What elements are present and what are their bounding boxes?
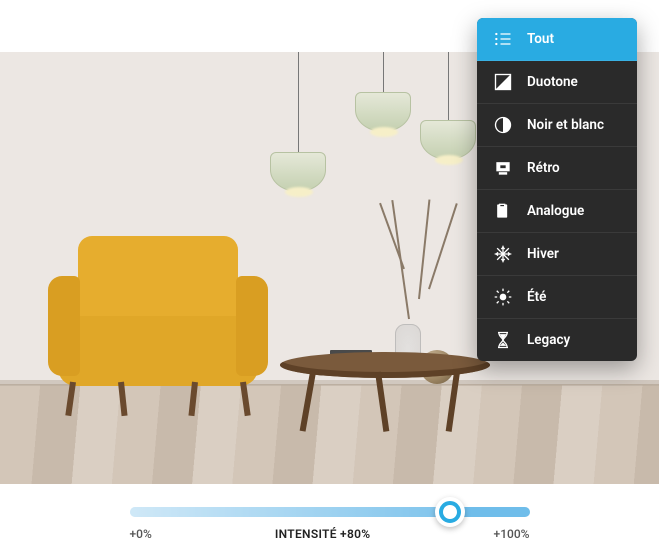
hourglass-icon	[493, 330, 513, 350]
menu-item-label: Rétro	[527, 160, 560, 176]
slider-max-label: +100%	[494, 527, 530, 541]
menu-item-label: Été	[527, 289, 546, 305]
menu-item-label: Hiver	[527, 246, 559, 262]
pendant-lamp	[270, 52, 326, 192]
analogue-icon	[493, 201, 513, 221]
pendant-lamp	[355, 52, 411, 132]
coffee-table	[280, 322, 490, 432]
menu-item-retro[interactable]: Rétro	[477, 147, 637, 190]
slider-thumb[interactable]	[435, 497, 465, 527]
slider-min-label: +0%	[130, 527, 152, 541]
menu-item-label: Noir et blanc	[527, 117, 604, 133]
pendant-lamp	[420, 52, 476, 160]
menu-item-label: Analogue	[527, 203, 584, 219]
menu-item-bw[interactable]: Noir et blanc	[477, 104, 637, 147]
list-icon	[493, 29, 513, 49]
menu-item-winter[interactable]: Hiver	[477, 233, 637, 276]
filter-category-menu[interactable]: Tout Duotone Noir et blanc Rétro Analogu…	[477, 18, 637, 361]
menu-item-duotone[interactable]: Duotone	[477, 61, 637, 104]
slider-value-label: INTENSITÉ +80%	[275, 527, 371, 541]
menu-item-label: Tout	[527, 31, 554, 47]
snowflake-icon	[493, 244, 513, 264]
menu-item-label: Legacy	[527, 332, 570, 348]
menu-item-analogue[interactable]: Analogue	[477, 190, 637, 233]
menu-item-all[interactable]: Tout	[477, 18, 637, 61]
duotone-icon	[493, 72, 513, 92]
retro-icon	[493, 158, 513, 178]
menu-item-legacy[interactable]: Legacy	[477, 319, 637, 361]
intensity-slider[interactable]	[130, 507, 530, 517]
menu-item-summer[interactable]: Été	[477, 276, 637, 319]
armchair	[48, 236, 268, 416]
contrast-icon	[493, 115, 513, 135]
intensity-slider-area: +0% INTENSITÉ +80% +100%	[0, 491, 659, 553]
menu-item-label: Duotone	[527, 74, 578, 90]
branches	[398, 199, 468, 329]
sun-icon	[493, 287, 513, 307]
